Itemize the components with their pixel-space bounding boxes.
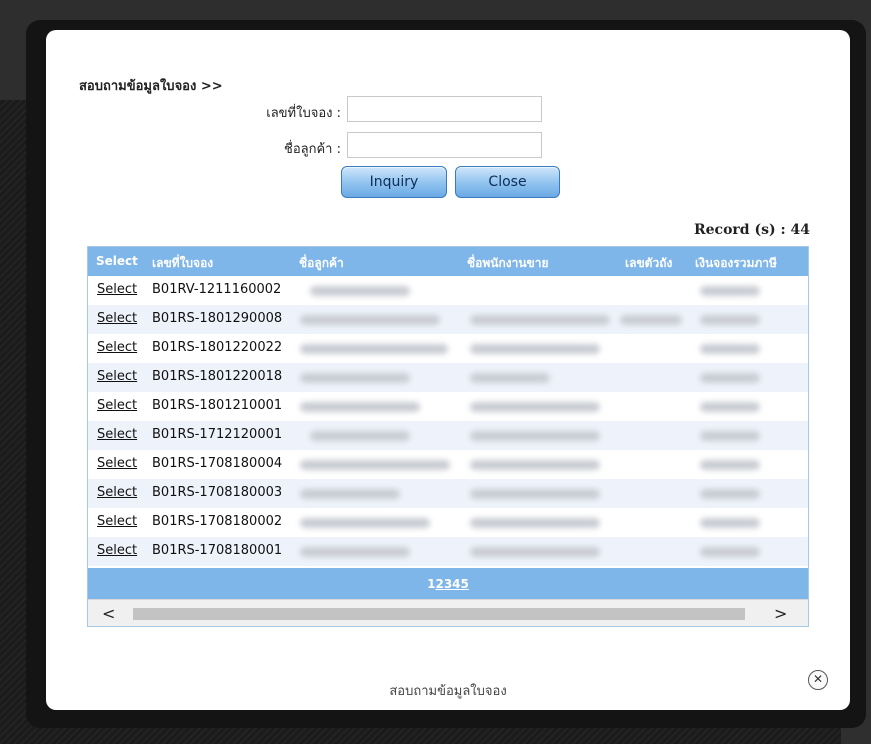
redacted-salesperson <box>470 460 600 470</box>
redacted-customer <box>300 402 420 412</box>
select-link[interactable]: Select <box>97 311 137 326</box>
column-header-select: Select <box>96 254 138 268</box>
redacted-customer <box>300 489 400 499</box>
page-link-5[interactable]: 5 <box>461 577 469 591</box>
redacted-salesperson <box>470 518 600 528</box>
select-link[interactable]: Select <box>97 456 137 471</box>
redacted-customer <box>300 344 448 354</box>
close-button[interactable]: Close <box>455 166 560 198</box>
select-link[interactable]: Select <box>97 398 137 413</box>
customer-name-input[interactable] <box>347 132 542 158</box>
redacted-salesperson <box>470 402 600 412</box>
booking-no-cell: B01RS-1712120001 <box>152 427 283 442</box>
redacted-amount <box>700 547 760 557</box>
redacted-customer <box>300 460 450 470</box>
page-link-3[interactable]: 3 <box>444 577 452 591</box>
record-count: Record (s) : 44 <box>694 222 810 238</box>
redacted-amount <box>700 431 760 441</box>
booking-no-cell: B01RV-1211160002 <box>152 282 282 297</box>
redacted-chassis <box>620 315 682 325</box>
redacted-amount <box>700 460 760 470</box>
table-row: Select B01RS-1801290008 <box>88 305 808 334</box>
table-row: Select B01RS-1708180003 <box>88 479 808 508</box>
booking-no-cell: B01RS-1708180004 <box>152 456 283 471</box>
pagination: 12345 <box>88 568 808 599</box>
redacted-amount <box>700 315 760 325</box>
table-row: Select B01RS-1712120001 <box>88 421 808 450</box>
select-link[interactable]: Select <box>97 543 137 558</box>
redacted-customer <box>300 373 410 383</box>
table-row: Select B01RV-1211160002 <box>88 276 808 305</box>
select-link[interactable]: Select <box>97 340 137 355</box>
select-link[interactable]: Select <box>97 427 137 442</box>
redacted-customer <box>310 286 410 296</box>
column-header-chassis-no: เลขตัวถัง <box>625 256 673 270</box>
results-grid: Select เลขที่ใบจอง ชื่อลูกค้า ชื่อพนักงา… <box>87 246 809 627</box>
customer-name-label: ชื่อลูกค้า : <box>284 142 341 157</box>
table-row: Select B01RS-1708180001 <box>88 537 808 566</box>
grid-header: Select เลขที่ใบจอง ชื่อลูกค้า ชื่อพนักงา… <box>88 247 808 276</box>
scroll-thumb[interactable] <box>133 608 745 620</box>
column-header-booking-no: เลขที่ใบจอง <box>152 256 214 270</box>
booking-no-cell: B01RS-1708180002 <box>152 514 283 529</box>
column-header-deposit-total: เงินจองรวมภาษี <box>695 256 777 270</box>
redacted-amount <box>700 373 760 383</box>
page-link-2[interactable]: 2 <box>435 577 443 591</box>
redacted-salesperson <box>470 547 600 557</box>
scroll-right-icon[interactable]: > <box>774 604 787 623</box>
dialog-heading: สอบถามข้อมูลใบจอง >> <box>79 79 223 94</box>
redacted-salesperson <box>470 373 550 383</box>
close-icon[interactable]: ✕ <box>808 670 828 690</box>
table-row: Select B01RS-1801210001 <box>88 392 808 421</box>
column-header-salesperson: ชื่อพนักงานขาย <box>467 256 549 270</box>
redacted-amount <box>700 344 760 354</box>
booking-no-cell: B01RS-1801220018 <box>152 369 283 384</box>
select-link[interactable]: Select <box>97 485 137 500</box>
inquiry-button[interactable]: Inquiry <box>341 166 447 198</box>
select-link[interactable]: Select <box>97 282 137 297</box>
redacted-salesperson <box>470 344 600 354</box>
page-link-4[interactable]: 4 <box>452 577 460 591</box>
redacted-customer <box>300 315 440 325</box>
redacted-amount <box>700 286 760 296</box>
booking-no-cell: B01RS-1708180001 <box>152 543 283 558</box>
redacted-amount <box>700 489 760 499</box>
horizontal-scrollbar[interactable]: < > <box>88 599 808 626</box>
redacted-amount <box>700 402 760 412</box>
select-link[interactable]: Select <box>97 369 137 384</box>
redacted-salesperson <box>470 431 600 441</box>
table-row: Select B01RS-1801220018 <box>88 363 808 392</box>
booking-no-cell: B01RS-1801290008 <box>152 311 283 326</box>
table-row: Select B01RS-1708180004 <box>88 450 808 479</box>
redacted-salesperson <box>470 315 610 325</box>
booking-no-input[interactable] <box>347 96 542 122</box>
dialog-footer-title: สอบถามข้อมูลใบจอง <box>389 684 507 699</box>
redacted-customer <box>310 431 410 441</box>
table-row: Select B01RS-1801220022 <box>88 334 808 363</box>
inquiry-dialog: สอบถามข้อมูลใบจอง >> เลขที่ใบจอง : ชื่อล… <box>46 30 850 710</box>
booking-no-cell: B01RS-1708180003 <box>152 485 283 500</box>
select-link[interactable]: Select <box>97 514 137 529</box>
redacted-amount <box>700 518 760 528</box>
redacted-customer <box>300 518 430 528</box>
redacted-salesperson <box>470 489 600 499</box>
booking-no-cell: B01RS-1801220022 <box>152 340 283 355</box>
redacted-customer <box>300 547 410 557</box>
table-row: Select B01RS-1708180002 <box>88 508 808 537</box>
booking-no-cell: B01RS-1801210001 <box>152 398 283 413</box>
booking-no-label: เลขที่ใบจอง : <box>266 106 341 121</box>
scroll-left-icon[interactable]: < <box>102 604 115 623</box>
column-header-customer: ชื่อลูกค้า <box>299 256 344 270</box>
